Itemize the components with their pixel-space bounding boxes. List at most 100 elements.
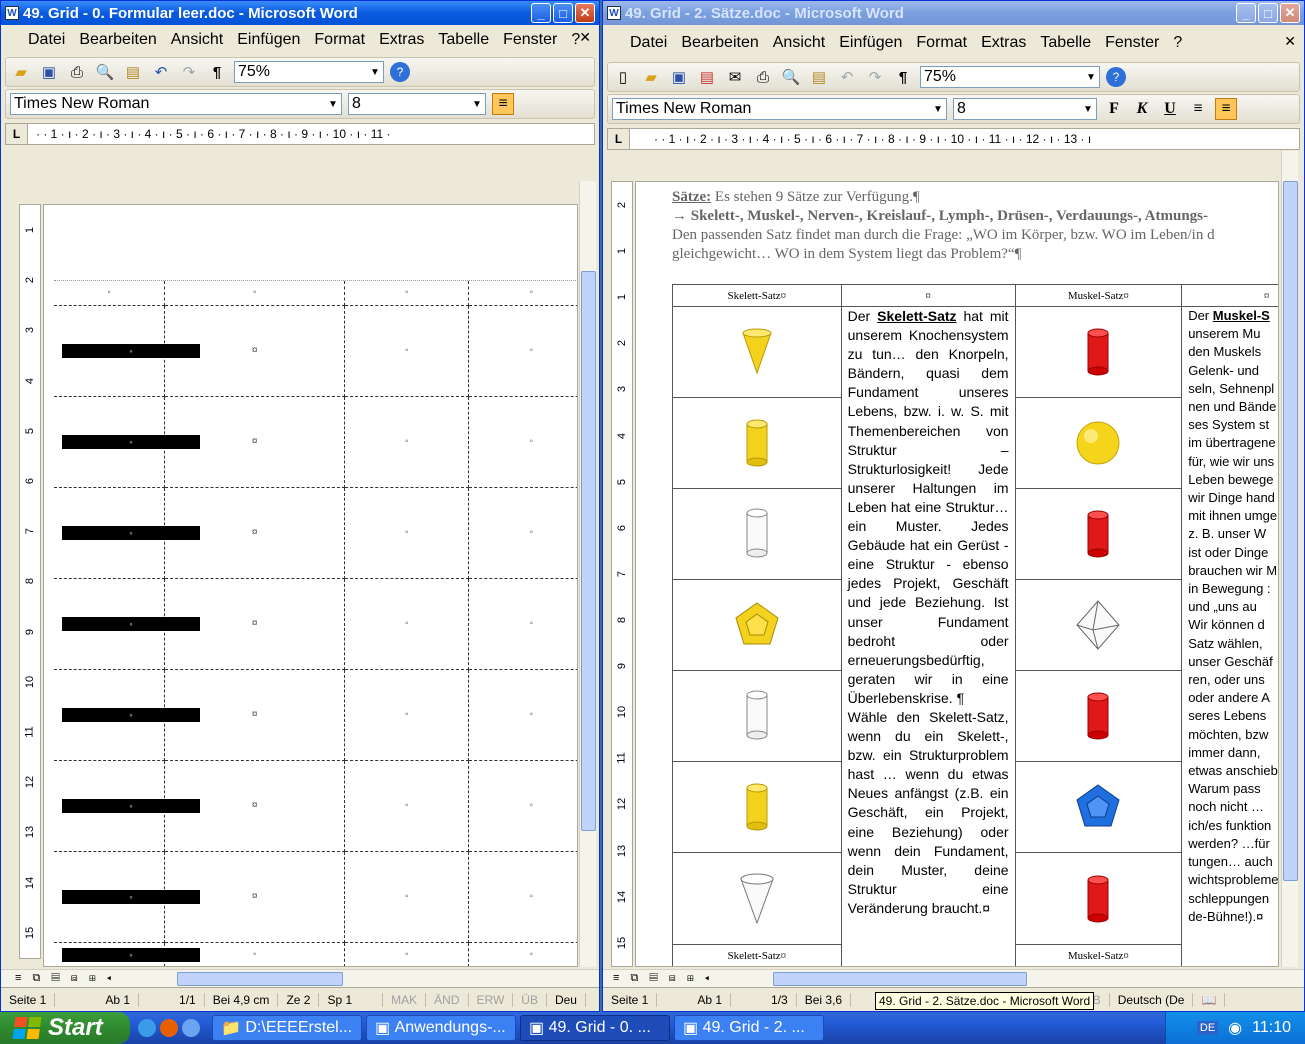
- undo-icon[interactable]: ↶: [150, 61, 172, 83]
- minimize-button[interactable]: _: [1236, 3, 1256, 23]
- grid-cell[interactable]: ◦: [164, 281, 345, 306]
- menu-datei[interactable]: Datei: [23, 27, 70, 53]
- document-page[interactable]: Sätze: Es stehen 9 Sätze zur Verfügung.¶…: [635, 181, 1279, 967]
- grid-cell[interactable]: ◦: [468, 396, 577, 488]
- save-icon[interactable]: ▣: [38, 61, 60, 83]
- title-bar[interactable]: W 49. Grid - 0. Formular leer.doc - Micr…: [1, 1, 599, 25]
- open-folder-icon[interactable]: ▰: [640, 66, 662, 88]
- close-button[interactable]: ✕: [1280, 3, 1300, 23]
- horizontal-ruler[interactable]: L · · 1 · ı · 2 · ı · 3 · ı · 4 · ı · 5 …: [607, 128, 1300, 150]
- grid-cell[interactable]: ◦: [468, 578, 577, 670]
- horizontal-scrollbar[interactable]: ≡ ⧉ ▤ ⧈ ⊞ ◂: [1, 969, 599, 987]
- grid-cell[interactable]: ◦: [344, 305, 470, 397]
- grid-cell[interactable]: ◦: [344, 396, 470, 488]
- network-icon[interactable]: ◉: [1228, 1018, 1242, 1038]
- vertical-ruler[interactable]: 2 1 1 2 3 4 5 6 7 8 9 10 11 12 13 14 15: [611, 181, 633, 967]
- chevron-down-icon[interactable]: ▼: [326, 95, 340, 113]
- redo-icon[interactable]: ↷: [864, 66, 886, 88]
- justify-icon[interactable]: ≡: [1215, 98, 1237, 120]
- close-button[interactable]: ✕: [575, 3, 595, 23]
- status-erw[interactable]: ERW: [469, 992, 514, 1007]
- view-buttons[interactable]: ≡ ⧉ ▤ ⧈ ⊞ ◂: [603, 972, 713, 985]
- scroll-thumb[interactable]: [581, 271, 596, 831]
- hscroll-thumb[interactable]: [177, 972, 343, 986]
- font-size-select[interactable]: 8 ▼: [953, 98, 1097, 120]
- menu-fenster[interactable]: Fenster: [1100, 30, 1164, 56]
- media-player-icon[interactable]: [182, 1019, 200, 1037]
- status-mak[interactable]: MAK: [383, 992, 427, 1007]
- firefox-icon[interactable]: [160, 1019, 178, 1037]
- menu-extras[interactable]: Extras: [976, 30, 1031, 56]
- menu-format[interactable]: Format: [911, 30, 972, 56]
- close-document-icon[interactable]: ✕: [1284, 33, 1296, 50]
- task-grid-0[interactable]: ▣ 49. Grid - 0. ...: [520, 1015, 670, 1041]
- vertical-ruler[interactable]: 1 2 3 4 5 6 7 8 9 10 11 12 13 14 15: [19, 204, 41, 959]
- menu-bearbeiten[interactable]: Bearbeiten: [74, 27, 161, 53]
- grid-cell[interactable]: ◦: [344, 760, 470, 852]
- grid-cell[interactable]: ◦: [54, 281, 166, 306]
- maximize-button[interactable]: □: [1258, 3, 1278, 23]
- bold-button[interactable]: F: [1103, 98, 1125, 120]
- menu-tabelle[interactable]: Tabelle: [433, 27, 494, 53]
- grid-cell[interactable]: ◦: [344, 669, 470, 761]
- print-preview-icon[interactable]: 🔍: [94, 61, 116, 83]
- grid-cell[interactable]: ◦: [344, 578, 470, 670]
- grid-cell[interactable]: ◦: [468, 281, 577, 306]
- justify-icon[interactable]: ≡: [492, 93, 514, 115]
- task-anwendungs[interactable]: ▣ Anwendungs-...: [366, 1015, 516, 1041]
- align-left-icon[interactable]: ≡: [1187, 98, 1209, 120]
- grid-cell[interactable]: ◦: [468, 305, 577, 397]
- zoom-select[interactable]: 75% ▼: [920, 66, 1100, 88]
- new-document-icon[interactable]: ▯: [612, 66, 634, 88]
- print-preview-icon[interactable]: 🔍: [780, 66, 802, 88]
- help-icon[interactable]: ?: [390, 62, 410, 82]
- menu-einfuegen[interactable]: Einfügen: [834, 30, 907, 56]
- help-icon[interactable]: ?: [1106, 67, 1126, 87]
- tab-selector[interactable]: L: [608, 129, 630, 149]
- task-grid-2[interactable]: ▣ 49. Grid - 2. ...: [674, 1015, 824, 1041]
- menu-ansicht[interactable]: Ansicht: [768, 30, 830, 56]
- vertical-scrollbar[interactable]: [1281, 151, 1298, 967]
- paste-icon[interactable]: ▤: [808, 66, 830, 88]
- grid-cell[interactable]: ◦: [468, 942, 577, 966]
- grid-cell[interactable]: ◦: [468, 760, 577, 852]
- chevron-down-icon[interactable]: ▼: [1081, 100, 1095, 118]
- menu-datei[interactable]: Datei: [625, 30, 672, 56]
- zoom-select[interactable]: 75% ▼: [234, 61, 384, 83]
- chevron-down-icon[interactable]: ▼: [931, 100, 945, 118]
- grid-cell[interactable]: ◦: [344, 281, 470, 306]
- muskel-description-cell[interactable]: Der Muskel-S unserem Mu den Muskels Gelenk…: [1181, 306, 1278, 966]
- word-window-saetze[interactable]: W 49. Grid - 2. Sätze.doc - Microsoft Wo…: [602, 0, 1305, 1012]
- start-button[interactable]: Start: [0, 1012, 130, 1044]
- chevron-down-icon[interactable]: ▼: [1084, 68, 1098, 86]
- language-indicator[interactable]: DE: [1196, 1021, 1219, 1035]
- menu-einfuegen[interactable]: Einfügen: [232, 27, 305, 53]
- view-buttons[interactable]: ≡ ⧉ ▤ ⧈ ⊞ ◂: [1, 972, 115, 985]
- browser-icon[interactable]: [138, 1019, 156, 1037]
- chevron-down-icon[interactable]: ▼: [470, 95, 484, 113]
- save-icon[interactable]: ▣: [668, 66, 690, 88]
- menu-format[interactable]: Format: [309, 27, 370, 53]
- print-icon[interactable]: ⎙: [66, 61, 88, 83]
- print-icon[interactable]: ⎙: [752, 66, 774, 88]
- email-icon[interactable]: ✉: [724, 66, 746, 88]
- font-size-select[interactable]: 8 ▼: [348, 93, 486, 115]
- title-bar[interactable]: W 49. Grid - 2. Sätze.doc - Microsoft Wo…: [603, 1, 1304, 25]
- menu-bearbeiten[interactable]: Bearbeiten: [676, 30, 763, 56]
- font-name-select[interactable]: Times New Roman ▼: [10, 93, 342, 115]
- skelett-description-cell[interactable]: Der Skelett-Satz hat mit unserem Knochen…: [840, 306, 1016, 966]
- grid-cell[interactable]: ◦: [344, 851, 470, 943]
- underline-button[interactable]: U: [1159, 98, 1181, 120]
- italic-button[interactable]: K: [1131, 98, 1153, 120]
- menu-fenster[interactable]: Fenster: [498, 27, 562, 53]
- scroll-thumb[interactable]: [1283, 181, 1298, 881]
- hscroll-thumb[interactable]: [773, 972, 1027, 986]
- font-name-select[interactable]: Times New Roman ▼: [612, 98, 947, 120]
- chevron-down-icon[interactable]: ▼: [368, 63, 382, 81]
- pilcrow-icon[interactable]: ¶: [892, 66, 914, 88]
- permission-icon[interactable]: ▤: [696, 66, 718, 88]
- tab-selector[interactable]: L: [6, 124, 28, 144]
- status-aend[interactable]: ÄND: [426, 992, 469, 1007]
- horizontal-scrollbar[interactable]: ≡ ⧉ ▤ ⧈ ⊞ ◂: [603, 969, 1304, 987]
- horizontal-ruler[interactable]: L · · 1 · ı · 2 · ı · 3 · ı · 4 · ı · 5 …: [5, 123, 595, 145]
